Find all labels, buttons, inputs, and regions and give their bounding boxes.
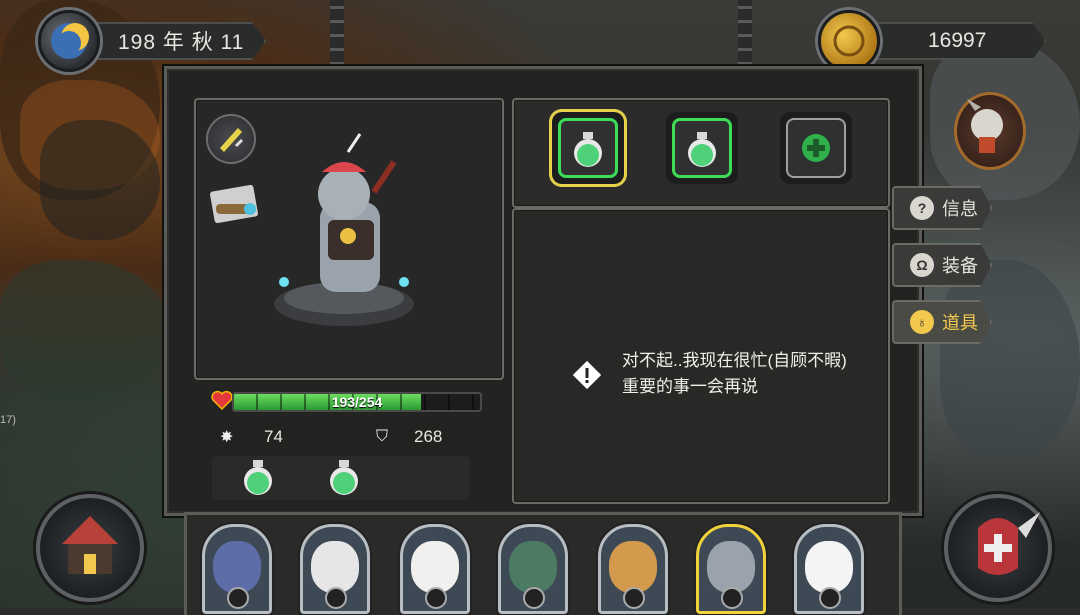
crocodile-face-icon <box>509 541 557 593</box>
gold-bar: 16997 <box>856 22 1046 60</box>
roster-portrait-sheep[interactable] <box>400 524 470 614</box>
item-slot-1[interactable] <box>552 112 624 184</box>
roster-portrait-elephant[interactable] <box>696 524 766 614</box>
class-badge-icon <box>325 587 347 609</box>
tab-equipment-label: 装备 <box>942 256 978 276</box>
elephant-face-icon <box>707 541 755 593</box>
class-badge-icon <box>425 587 447 609</box>
tab-items[interactable]: ♁ 道具 <box>892 300 992 344</box>
date-bar: 198 年 秋 11 <box>88 22 266 60</box>
defense-value: 268 <box>414 427 443 446</box>
weapon-icon[interactable] <box>206 114 256 164</box>
eagle-face-icon <box>311 541 359 593</box>
tab-info-label: 信息 <box>942 199 978 219</box>
consumable-potion-icon[interactable] <box>240 458 276 496</box>
roster-portrait-eagle[interactable] <box>300 524 370 614</box>
date-text: 198 年 秋 11 <box>118 31 245 54</box>
sheep-face-icon <box>411 541 459 593</box>
bear-face-icon <box>213 541 261 593</box>
roster-portrait-crocodile[interactable] <box>498 524 568 614</box>
hp-bar: 193/254 <box>232 392 482 412</box>
item-slot-add[interactable] <box>780 112 852 184</box>
attack-stat: ✸ 74 <box>212 423 320 451</box>
battle-button[interactable] <box>944 494 1052 602</box>
tab-info[interactable]: ? 信息 <box>892 186 992 230</box>
town-button[interactable] <box>36 494 144 602</box>
tab-items-label: 道具 <box>942 313 978 333</box>
spyglass-map-icon[interactable] <box>206 180 262 228</box>
shield-icon: ⛉ <box>376 428 389 445</box>
class-badge-icon <box>819 587 841 609</box>
busy-message: 对不起..我现在很忙(自顾不暇)重要的事一会再说 <box>622 351 847 396</box>
giraffe-face-icon <box>609 541 657 593</box>
item-slot-2[interactable] <box>666 112 738 184</box>
gold-amount: 16997 <box>928 29 987 52</box>
attack-icon: ✸ <box>220 429 234 446</box>
side-level-label: 17) <box>0 414 16 426</box>
class-badge-icon <box>623 587 645 609</box>
polar-bear-face-icon <box>805 541 853 593</box>
class-badge-icon <box>721 587 743 609</box>
class-badge-icon <box>227 587 249 609</box>
hp-text: 193/254 <box>331 394 383 410</box>
knight-helmet-icon <box>978 512 1040 575</box>
heart-icon <box>210 388 234 412</box>
helmet-icon: Ω <box>910 253 934 277</box>
tab-equipment[interactable]: Ω 装备 <box>892 243 992 287</box>
green-potion-icon <box>688 132 716 167</box>
warning-icon <box>572 360 602 390</box>
plus-icon <box>802 134 830 162</box>
consumable-potion-icon[interactable] <box>326 458 362 496</box>
green-potion-icon <box>574 132 602 167</box>
class-badge-icon <box>523 587 545 609</box>
elephant-warrior-figure <box>262 132 426 332</box>
roster-portrait-bear[interactable] <box>202 524 272 614</box>
house-icon <box>62 516 118 574</box>
info-icon: ? <box>910 196 934 220</box>
gold-coin-icon <box>818 10 880 72</box>
defense-stat: ⛉ 268 <box>368 423 478 451</box>
attack-value: 74 <box>264 427 283 446</box>
bag-icon: ♁ <box>910 310 934 334</box>
moon-season-icon[interactable] <box>38 10 100 72</box>
commander-portrait[interactable] <box>954 92 1026 170</box>
roster-portrait-giraffe[interactable] <box>598 524 668 614</box>
roster-portrait-polar-bear[interactable] <box>794 524 864 614</box>
